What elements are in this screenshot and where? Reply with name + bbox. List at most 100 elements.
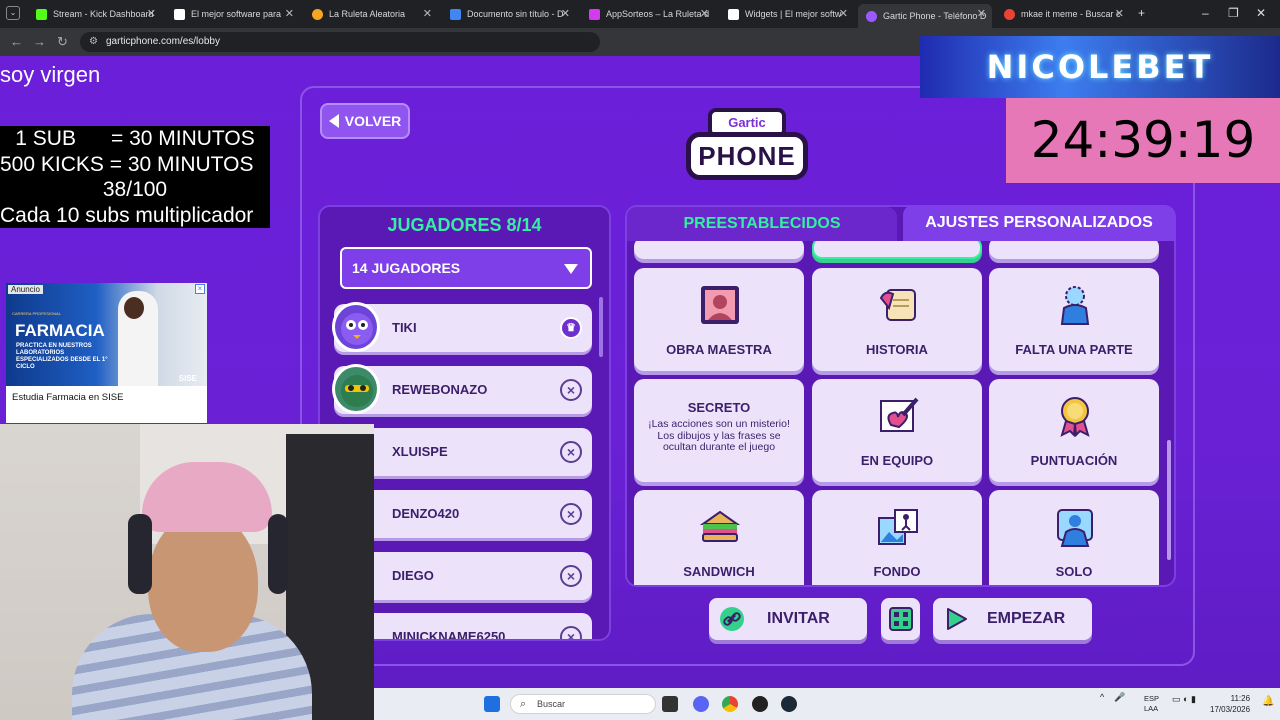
browser-tab[interactable]: Widgets | El mejor softw ✕: [720, 4, 854, 24]
system-tray[interactable]: ^ 🎤: [1100, 692, 1125, 703]
close-window-icon[interactable]: ✕: [1256, 6, 1266, 20]
mode-card-partial-selected[interactable]: [812, 241, 982, 259]
mode-card-obra-maestra[interactable]: OBRA MAESTRA: [634, 268, 804, 371]
tab-close-icon[interactable]: ✕: [1115, 7, 1124, 20]
mode-card-partial[interactable]: [989, 241, 1159, 259]
back-icon[interactable]: ←: [10, 34, 23, 49]
browser-tab[interactable]: mkae it meme - Buscar c ✕: [996, 4, 1130, 24]
chrome-icon[interactable]: [722, 696, 738, 712]
taskbar-clock[interactable]: 11:26 17/03/2026: [1210, 693, 1250, 715]
mode-card-sandwich[interactable]: SANDWICH: [634, 490, 804, 585]
tab-close-icon[interactable]: ✕: [423, 7, 432, 20]
clock-time: 11:26: [1230, 694, 1251, 703]
browser-tab[interactable]: El mejor software para ✕: [166, 4, 300, 24]
tab-close-icon[interactable]: ✕: [839, 7, 848, 20]
tab-close-icon[interactable]: ✕: [147, 7, 156, 20]
scroll-icon: [879, 289, 916, 321]
stream-status-text: soy virgen: [0, 62, 101, 87]
tab-presets[interactable]: PREESTABLECIDOS: [627, 207, 897, 241]
kick-player-icon[interactable]: ×: [560, 379, 582, 401]
new-tab-icon[interactable]: +: [1138, 6, 1145, 20]
kick-player-icon[interactable]: ×: [560, 441, 582, 463]
tab-custom-settings[interactable]: AJUSTES PERSONALIZADOS: [903, 205, 1175, 241]
kick-player-icon[interactable]: ×: [560, 626, 582, 639]
player-name: REWEBONAZO: [392, 382, 488, 397]
solo-icon: [1057, 509, 1093, 547]
player-avatar: [332, 302, 380, 352]
mode-card-falta-una-parte[interactable]: FALTA UNA PARTE: [989, 268, 1159, 371]
browser-tab[interactable]: Stream - Kick Dashboard ✕: [28, 4, 162, 24]
mode-card-en-equipo[interactable]: EN EQUIPO: [812, 379, 982, 482]
mode-card-fondo[interactable]: FONDO: [812, 490, 982, 585]
forward-icon[interactable]: →: [33, 34, 46, 49]
tab-favicon-icon: [312, 8, 323, 20]
headphone-icon: [128, 514, 152, 594]
browser-tab[interactable]: AppSorteos – La Ruleta d ✕: [581, 4, 715, 24]
minimize-icon[interactable]: –: [1202, 6, 1209, 20]
taskbar-search-input[interactable]: ⌕ Buscar: [510, 694, 656, 714]
players-scrollbar[interactable]: [599, 297, 603, 357]
player-avatar: [332, 364, 380, 414]
reload-icon[interactable]: ↻: [57, 34, 68, 50]
tab-title: Stream - Kick Dashboard: [53, 9, 154, 19]
invite-button[interactable]: INVITAR: [709, 598, 867, 640]
player-name: DENZO420: [392, 506, 460, 521]
player-name: TIKI: [392, 320, 417, 335]
modes-scrollbar[interactable]: [1167, 440, 1171, 560]
mode-card-secreto[interactable]: SECRETO ¡Las acciones son un misterio! L…: [634, 379, 804, 482]
browser-tab[interactable]: La Ruleta Aleatoria ✕: [304, 4, 438, 24]
tab-close-icon[interactable]: ✕: [700, 7, 709, 20]
back-button-label: VOLVER: [344, 113, 402, 129]
subathon-timer: 24:39:19: [1006, 98, 1280, 183]
ad-image[interactable]: CARRERA PROFESIONAL FARMACIA PRACTICA EN…: [6, 283, 207, 386]
dropdown-caret-icon: [564, 264, 578, 274]
tab-title: Widgets | El mejor softw: [745, 9, 842, 19]
tab-title: El mejor software para: [191, 9, 282, 19]
ad-close-icon[interactable]: ×: [195, 284, 205, 294]
ad-headline: FARMACIA: [15, 321, 105, 340]
mode-card-solo[interactable]: SOLO: [989, 490, 1159, 585]
start-button[interactable]: EMPEZAR: [933, 598, 1092, 640]
missing-piece-icon: [1060, 286, 1090, 325]
tab-close-icon[interactable]: ✕: [285, 7, 294, 20]
tab-search-icon[interactable]: ⌄: [6, 6, 20, 20]
maximize-icon[interactable]: ❐: [1228, 6, 1239, 20]
steam-icon[interactable]: [781, 696, 797, 712]
back-button[interactable]: VOLVER: [320, 103, 410, 139]
background-icon: [878, 509, 918, 545]
url-input[interactable]: ⚙ garticphone.com/es/lobby: [80, 32, 600, 52]
max-players-select[interactable]: 14 JUGADORES: [340, 247, 592, 289]
mode-card-historia[interactable]: HISTORIA: [812, 268, 982, 371]
mode-card-partial[interactable]: [634, 241, 804, 259]
obs-icon[interactable]: [752, 696, 768, 712]
mode-label: SOLO: [1055, 564, 1093, 579]
kick-player-icon[interactable]: ×: [560, 503, 582, 525]
ad-banner[interactable]: CARRERA PROFESIONAL FARMACIA PRACTICA EN…: [6, 283, 207, 423]
kick-player-icon[interactable]: ×: [560, 565, 582, 587]
player-row: REWEBONAZO ×: [332, 364, 592, 414]
windows-start-icon[interactable]: [484, 696, 500, 712]
notification-icon[interactable]: 🔔: [1262, 696, 1274, 707]
network-volume-icons[interactable]: ▭ ◐ ▮: [1172, 694, 1196, 705]
discord-icon[interactable]: [693, 696, 709, 712]
site-info-icon[interactable]: ⚙: [89, 32, 98, 52]
tab-close-icon[interactable]: ✕: [561, 7, 570, 20]
search-icon: ⌕: [520, 698, 527, 710]
tab-close-icon[interactable]: ✕: [977, 7, 986, 20]
task-view-icon[interactable]: [662, 696, 678, 712]
mode-label: PUNTUACIÓN: [1030, 453, 1118, 468]
browser-tab[interactable]: Documento sin título - D ✕: [442, 4, 576, 24]
ad-subtext: PRACTICA EN NUESTROS LABORATORIOS ESPECI…: [16, 343, 108, 370]
player-name: MINICKNAME6250: [392, 629, 506, 641]
qr-code-button[interactable]: [881, 598, 920, 640]
mode-card-puntuacion[interactable]: PUNTUACIÓN: [989, 379, 1159, 482]
brand-text: NICOLEBET: [986, 48, 1214, 86]
language-indicator[interactable]: ESP LAA: [1144, 694, 1159, 714]
tab-favicon-icon: [1004, 8, 1015, 20]
mode-label: FONDO: [873, 564, 921, 579]
ad-caption[interactable]: Estudia Farmacia en SISE: [12, 392, 123, 403]
browser-tab-active[interactable]: Gartic Phone - Teléfono D ✕: [858, 4, 992, 28]
url-text: garticphone.com/es/lobby: [106, 36, 220, 47]
search-placeholder: Buscar: [537, 699, 566, 709]
stream-rules-box: 1 SUB = 30 MINUTOS 500 KICKS = 30 MINUTO…: [0, 126, 270, 228]
